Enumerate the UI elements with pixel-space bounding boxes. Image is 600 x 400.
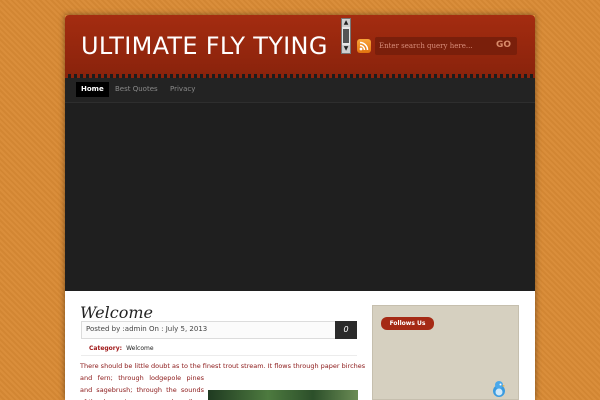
- search-box: GO: [375, 37, 517, 55]
- page-wrapper: ULTIMATE FLY TYING ▲ ▼ GO Home Best Quot…: [65, 15, 535, 400]
- main-nav: Home Best Quotes Privacy: [65, 78, 535, 103]
- post-category: Category: Welcome: [89, 345, 154, 352]
- comment-count-badge[interactable]: 0: [335, 321, 357, 339]
- nav-item-home[interactable]: Home: [76, 82, 109, 97]
- featured-slider-area: [65, 103, 535, 291]
- post-meta-bar: Posted by :admin On : July 5, 2013 0: [81, 321, 357, 339]
- twitter-bird-icon[interactable]: [491, 380, 507, 398]
- follow-us-heading: Follows Us: [381, 317, 434, 330]
- post-image: [208, 390, 358, 400]
- rss-icon[interactable]: [357, 39, 371, 53]
- category-link[interactable]: Welcome: [126, 345, 153, 352]
- sidebar-widget: Follows Us: [372, 305, 519, 400]
- search-input[interactable]: [379, 39, 483, 53]
- content-area: Welcome Posted by :admin On : July 5, 20…: [65, 291, 535, 400]
- post-title[interactable]: Welcome: [80, 303, 153, 322]
- nav-item-privacy[interactable]: Privacy: [165, 82, 200, 97]
- site-title[interactable]: ULTIMATE FLY TYING: [81, 32, 328, 60]
- scroll-thumb[interactable]: [343, 29, 349, 43]
- nav-item-best-quotes[interactable]: Best Quotes: [110, 82, 163, 97]
- scroll-up-arrow-icon[interactable]: ▲: [342, 19, 350, 27]
- title-scrollbar[interactable]: ▲ ▼: [341, 18, 351, 54]
- scroll-down-arrow-icon[interactable]: ▼: [342, 45, 350, 53]
- excerpt-paragraph: and fern; through lodgepole pines and sa…: [80, 374, 204, 400]
- divider: [81, 355, 357, 356]
- post-meta: Posted by :admin On : July 5, 2013: [86, 325, 208, 333]
- search-go-button[interactable]: GO: [496, 40, 511, 50]
- excerpt-line: There should be little doubt as to the f…: [80, 362, 366, 370]
- site-header: ULTIMATE FLY TYING ▲ ▼ GO: [65, 15, 535, 78]
- category-label: Category:: [89, 345, 123, 352]
